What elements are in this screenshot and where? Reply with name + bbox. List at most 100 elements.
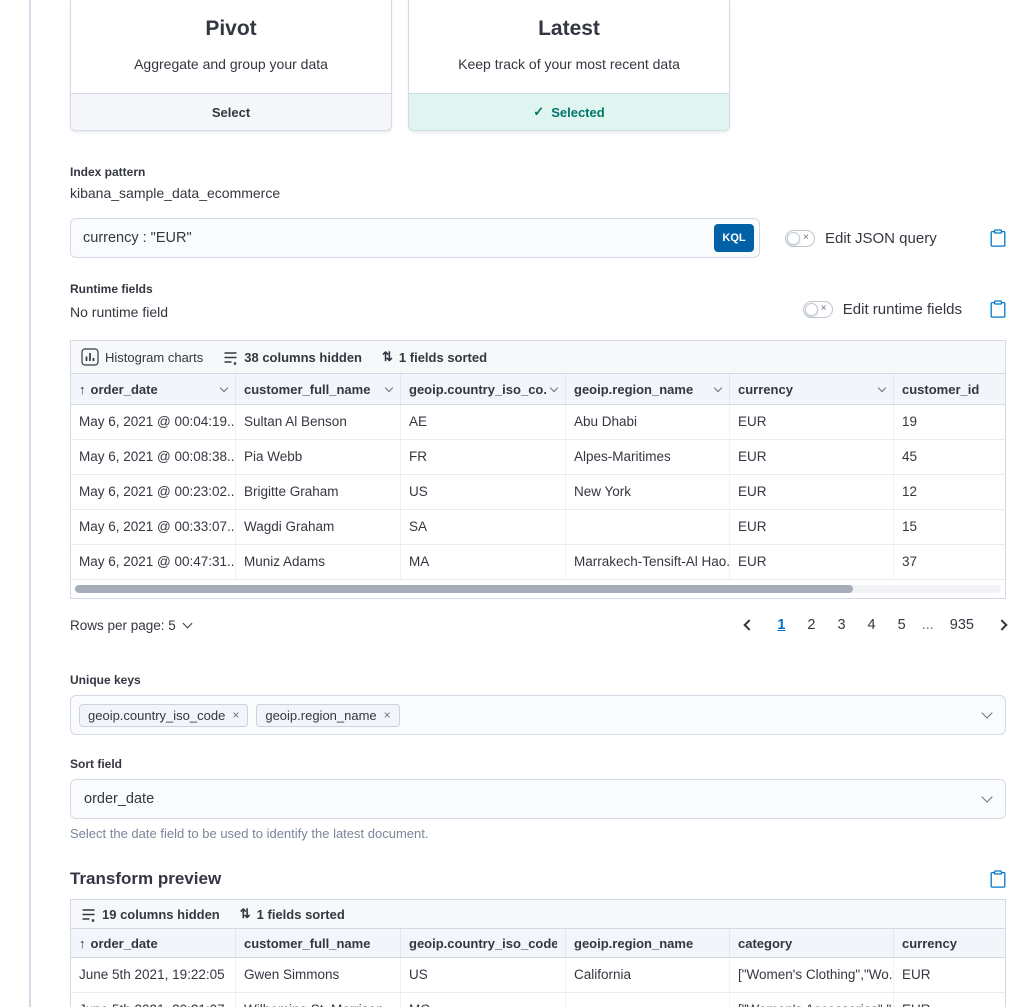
cell[interactable]: EUR <box>730 475 894 509</box>
horizontal-scrollbar[interactable] <box>75 585 1001 593</box>
cell[interactable]: May 6, 2021 @ 00:08:38... <box>71 440 236 474</box>
latest-selected-button[interactable]: ✓ Selected <box>409 93 729 130</box>
chevron-down-icon[interactable] <box>981 707 992 718</box>
cell[interactable]: Abu Dhabi <box>566 405 730 439</box>
page-number[interactable]: 935 <box>944 615 980 635</box>
chevron-down-icon[interactable] <box>714 383 722 391</box>
chevron-down-icon[interactable] <box>385 383 393 391</box>
sort-field-select[interactable]: order_date <box>70 779 1006 819</box>
cell[interactable]: ["Women's Clothing","Wo... <box>730 958 894 992</box>
column-header-order-date[interactable]: ↑ order_date <box>71 374 236 404</box>
cell[interactable]: EUR <box>730 545 894 579</box>
cell[interactable]: FR <box>401 440 566 474</box>
fields-sorted-button[interactable]: ⇅ 1 fields sorted <box>382 349 487 365</box>
chevron-down-icon[interactable] <box>220 383 228 391</box>
cell[interactable]: 15 <box>894 510 1005 544</box>
cell[interactable]: EUR <box>894 993 1005 1007</box>
cell[interactable]: AE <box>401 405 566 439</box>
page-number[interactable]: 5 <box>892 615 912 635</box>
cell[interactable]: SA <box>401 510 566 544</box>
cell[interactable]: US <box>401 958 566 992</box>
cell[interactable]: May 6, 2021 @ 00:47:31... <box>71 545 236 579</box>
cell[interactable]: Brigitte Graham <box>236 475 401 509</box>
cell[interactable]: EUR <box>730 440 894 474</box>
remove-key-icon[interactable]: × <box>232 709 239 721</box>
cell[interactable]: Wagdi Graham <box>236 510 401 544</box>
cell[interactable]: EUR <box>730 510 894 544</box>
page-number[interactable]: 2 <box>801 615 821 635</box>
cell[interactable]: Pia Webb <box>236 440 401 474</box>
cell[interactable]: Sultan Al Benson <box>236 405 401 439</box>
cell[interactable]: June 5th 2021, 20:21:07 <box>71 993 236 1007</box>
columns-hidden-button[interactable]: 38 columns hidden <box>223 350 362 365</box>
scrollbar-thumb[interactable] <box>75 585 853 593</box>
fields-sorted-button[interactable]: ⇅ 1 fields sorted <box>240 906 345 922</box>
cell[interactable]: MC <box>401 993 566 1007</box>
kql-language-button[interactable]: KQL <box>714 224 754 252</box>
column-header-currency[interactable]: currency <box>894 929 1005 957</box>
chevron-down-icon[interactable] <box>878 383 886 391</box>
cell[interactable]: California <box>566 958 730 992</box>
latest-card[interactable]: Latest Keep track of your most recent da… <box>408 0 730 131</box>
cell[interactable]: June 5th 2021, 19:22:05 <box>71 958 236 992</box>
cell[interactable]: May 6, 2021 @ 00:23:02... <box>71 475 236 509</box>
toggle-thumb <box>805 303 818 316</box>
next-page-button[interactable] <box>996 619 1007 630</box>
previous-page-button[interactable] <box>744 619 755 630</box>
column-header-customer-full-name[interactable]: customer_full_name <box>236 374 401 404</box>
edit-json-query-toggle[interactable]: × <box>785 230 815 247</box>
source-grid-toolbar: Histogram charts 38 columns hidden ⇅ 1 f… <box>71 341 1005 374</box>
cell[interactable]: ["Women's Accessories","... <box>730 993 894 1007</box>
pivot-select-button[interactable]: Select <box>71 93 391 130</box>
copy-preview-button[interactable] <box>990 870 1006 888</box>
cell[interactable]: Wilhemina St. Morrison <box>236 993 401 1007</box>
edit-json-query-label[interactable]: Edit JSON query <box>825 230 937 247</box>
column-header-customer-full-name[interactable]: customer_full_name <box>236 929 401 957</box>
copy-query-button[interactable] <box>990 229 1006 247</box>
chevron-down-icon[interactable] <box>981 791 992 802</box>
column-header-order-date[interactable]: ↑ order_date <box>71 929 236 957</box>
index-pattern-label: Index pattern <box>70 165 1006 179</box>
column-header-country-iso-code[interactable]: geoip.country_iso_co... <box>401 374 566 404</box>
cell[interactable]: Marrakech-Tensift-Al Hao... <box>566 545 730 579</box>
cell[interactable]: US <box>401 475 566 509</box>
column-header-country-iso-code[interactable]: geoip.country_iso_code <box>401 929 566 957</box>
edit-runtime-fields-label[interactable]: Edit runtime fields <box>843 301 962 318</box>
cell[interactable]: May 6, 2021 @ 00:04:19... <box>71 405 236 439</box>
page-number[interactable]: 1 <box>771 615 791 635</box>
cell[interactable] <box>566 510 730 544</box>
cell[interactable]: New York <box>566 475 730 509</box>
query-input[interactable]: currency : "EUR" KQL <box>70 218 760 258</box>
column-header-customer-id[interactable]: customer_id <box>894 374 1005 404</box>
histogram-charts-button[interactable]: Histogram charts <box>81 348 203 366</box>
remove-key-icon[interactable]: × <box>384 709 391 721</box>
page-number[interactable]: 4 <box>862 615 882 635</box>
chevron-down-icon[interactable] <box>550 383 558 391</box>
runtime-fields-label: Runtime fields <box>70 282 168 296</box>
page-number[interactable]: 3 <box>831 615 851 635</box>
cell[interactable]: EUR <box>894 958 1005 992</box>
column-header-region-name[interactable]: geoip.region_name <box>566 929 730 957</box>
edit-runtime-fields-toggle[interactable]: × <box>803 301 833 318</box>
column-header-category[interactable]: category <box>730 929 894 957</box>
rows-per-page-button[interactable]: Rows per page: 5 <box>70 618 191 633</box>
table-row: May 6, 2021 @ 00:23:02... Brigitte Graha… <box>71 475 1005 510</box>
column-header-currency[interactable]: currency <box>730 374 894 404</box>
cell[interactable] <box>566 993 730 1007</box>
cell[interactable]: Muniz Adams <box>236 545 401 579</box>
column-header-region-name[interactable]: geoip.region_name <box>566 374 730 404</box>
cell[interactable]: 45 <box>894 440 1005 474</box>
latest-card-title: Latest <box>409 0 729 41</box>
copy-runtime-button[interactable] <box>990 300 1006 318</box>
cell[interactable]: 19 <box>894 405 1005 439</box>
columns-hidden-button[interactable]: 19 columns hidden <box>81 907 220 922</box>
cell[interactable]: Gwen Simmons <box>236 958 401 992</box>
cell[interactable]: Alpes-Maritimes <box>566 440 730 474</box>
cell[interactable]: 37 <box>894 545 1005 579</box>
pivot-card[interactable]: Pivot Aggregate and group your data Sele… <box>70 0 392 131</box>
cell[interactable]: 12 <box>894 475 1005 509</box>
cell[interactable]: EUR <box>730 405 894 439</box>
cell[interactable]: May 6, 2021 @ 00:33:07... <box>71 510 236 544</box>
unique-keys-combobox[interactable]: geoip.country_iso_code × geoip.region_na… <box>70 695 1006 735</box>
cell[interactable]: MA <box>401 545 566 579</box>
